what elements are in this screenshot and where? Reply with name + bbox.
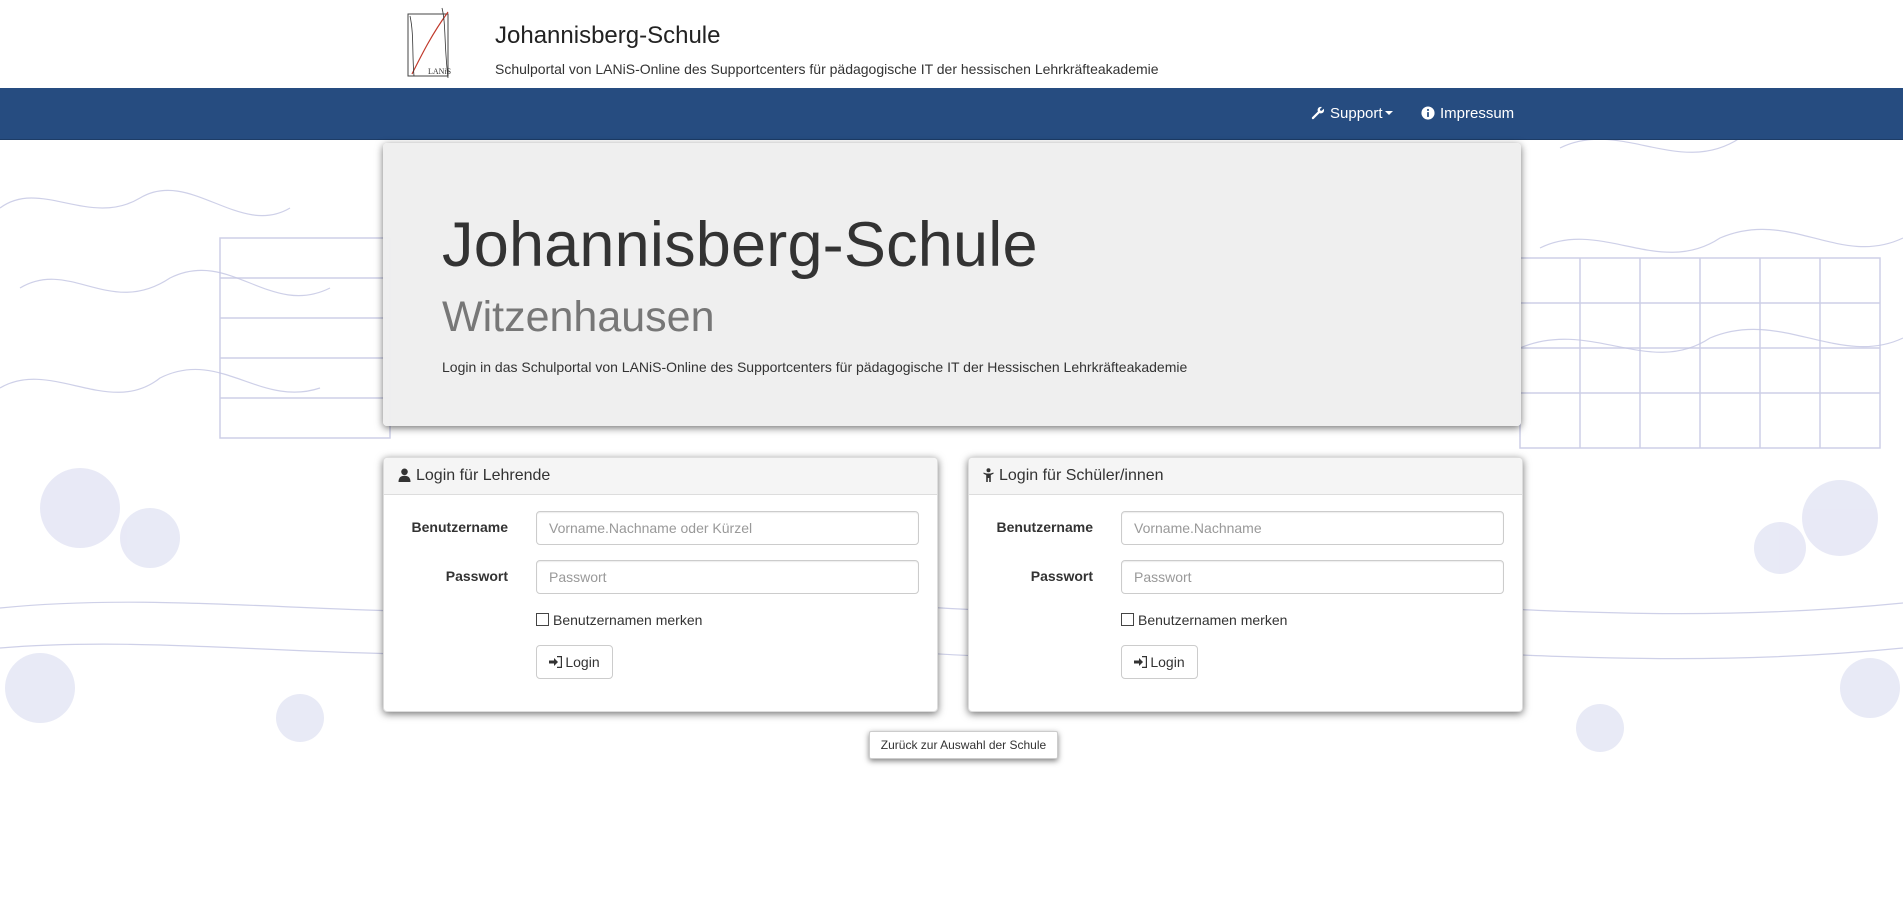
- student-login-button-label: Login: [1150, 654, 1185, 670]
- teacher-remember-label: Benutzernamen merken: [553, 612, 703, 628]
- app-subtitle: Schulportal von LANiS-Online des Support…: [495, 61, 1159, 77]
- sign-in-icon: [1134, 655, 1148, 669]
- teacher-username-label: Benutzername: [411, 519, 508, 535]
- student-password-input[interactable]: [1121, 560, 1504, 594]
- student-password-label: Passwort: [1030, 568, 1093, 584]
- school-city: Witzenhausen: [442, 293, 715, 341]
- logo-text: LANiS: [428, 67, 451, 76]
- student-remember-label: Benutzernamen merken: [1138, 612, 1288, 628]
- student-login-heading: Login für Schüler/innen: [969, 458, 1522, 495]
- login-intro-text: Login in das Schulportal von LANiS-Onlin…: [442, 359, 1188, 375]
- teacher-login-title: Login für Lehrende: [416, 467, 551, 484]
- teacher-remember-checkbox[interactable]: Benutzernamen merken: [536, 612, 702, 628]
- school-jumbotron: Johannisberg-Schule Witzenhausen Login i…: [383, 143, 1521, 426]
- sign-in-icon: [549, 655, 563, 669]
- caret-down-icon: [1384, 111, 1393, 115]
- teacher-login-panel: Login für Lehrende Benutzername Passwort…: [383, 457, 938, 712]
- student-login-button[interactable]: Login: [1121, 645, 1198, 679]
- teacher-login-button[interactable]: Login: [536, 645, 613, 679]
- teacher-password-input[interactable]: [536, 560, 919, 594]
- student-login-panel: Login für Schüler/innen Benutzername Pas…: [968, 457, 1523, 712]
- top-navbar: Support Impressum: [0, 88, 1903, 140]
- user-icon: [398, 468, 411, 482]
- student-login-title: Login für Schüler/innen: [999, 467, 1164, 484]
- app-title: Johannisberg-Schule: [495, 22, 721, 49]
- wrench-icon: [1311, 106, 1325, 120]
- child-icon: [983, 468, 994, 482]
- info-circle-icon: [1421, 106, 1435, 120]
- student-username-input[interactable]: [1121, 511, 1504, 545]
- checkbox-icon[interactable]: [536, 613, 549, 626]
- teacher-login-button-label: Login: [565, 654, 600, 670]
- impressum-label: Impressum: [1440, 105, 1515, 122]
- student-remember-checkbox[interactable]: Benutzernamen merken: [1121, 612, 1287, 628]
- checkbox-icon[interactable]: [1121, 613, 1134, 626]
- school-name-heading: Johannisberg-Schule: [442, 210, 1038, 280]
- teacher-password-label: Passwort: [445, 568, 508, 584]
- support-menu[interactable]: Support: [1311, 88, 1393, 139]
- teacher-login-heading: Login für Lehrende: [384, 458, 937, 495]
- teacher-username-input[interactable]: [536, 511, 919, 545]
- lanis-logo[interactable]: LANiS: [402, 4, 456, 84]
- support-label: Support: [1330, 105, 1383, 122]
- page-header: LANiS Johannisberg-Schule Schulportal vo…: [0, 0, 1903, 88]
- back-to-school-selection-button[interactable]: Zurück zur Auswahl der Schule: [869, 731, 1058, 759]
- impressum-link[interactable]: Impressum: [1421, 88, 1514, 139]
- student-username-label: Benutzername: [996, 519, 1093, 535]
